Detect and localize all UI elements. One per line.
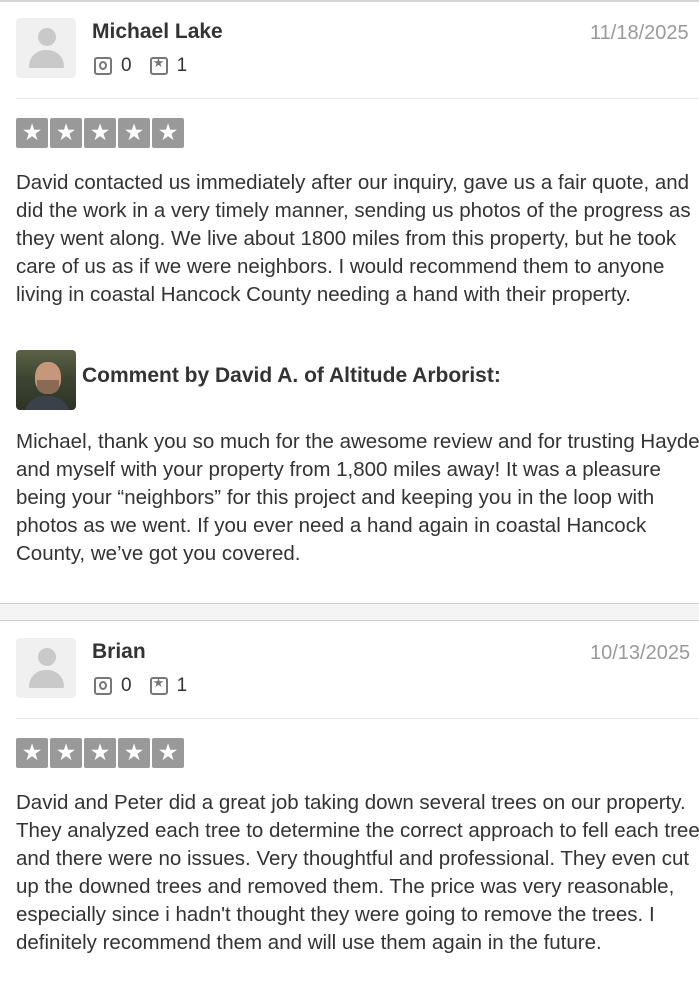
star-icon: ★: [16, 738, 48, 768]
star-rating: ★ ★ ★ ★ ★: [16, 118, 184, 148]
review-card: Brian 10/13/2025 0 1 ★ ★ ★ ★ ★ David and…: [0, 621, 699, 1000]
avatar-placeholder-icon: [38, 28, 56, 46]
review-card: Michael Lake 11/18/2025 0 1 ★ ★ ★ ★ ★ Da…: [0, 0, 699, 603]
review-count-icon: [149, 56, 168, 75]
review-date: 10/13/2025: [590, 642, 691, 664]
avatar[interactable]: [16, 638, 76, 698]
review-date: 11/18/2025: [590, 22, 689, 44]
reviewer-name[interactable]: Michael Lake: [92, 20, 223, 44]
star-icon: ★: [152, 738, 184, 768]
star-icon: ★: [152, 118, 184, 148]
star-icon: ★: [84, 118, 116, 148]
avatar[interactable]: [16, 18, 76, 78]
reviewer-name[interactable]: Brian: [92, 640, 146, 664]
star-icon: ★: [50, 118, 82, 148]
friends-icon: [94, 57, 112, 75]
review-count: 1: [176, 675, 188, 696]
review-count: 1: [176, 55, 188, 76]
review-text: David contacted us immediately after our…: [16, 171, 691, 306]
friends-count: 0: [121, 675, 132, 696]
reviewer-stats: 0 1: [94, 55, 205, 77]
reviewer-stats: 0 1: [94, 675, 205, 697]
star-icon: ★: [118, 738, 150, 768]
owner-comment-text: Michael, thank you so much for the aweso…: [16, 430, 699, 565]
divider: [16, 718, 699, 719]
avatar-placeholder-icon: [38, 648, 56, 666]
star-icon: ★: [50, 738, 82, 768]
star-icon: ★: [16, 118, 48, 148]
review-count-icon: [149, 676, 168, 695]
friends-count: 0: [121, 55, 132, 76]
card-border: [0, 0, 699, 2]
owner-comment-title: Comment by David A. of Altitude Arborist…: [82, 364, 501, 387]
business-owner-photo[interactable]: [16, 350, 76, 410]
review-text: David and Peter did a great job taking d…: [16, 791, 699, 954]
divider: [16, 98, 699, 99]
star-icon: ★: [84, 738, 116, 768]
star-rating: ★ ★ ★ ★ ★: [16, 738, 184, 768]
star-icon: ★: [118, 118, 150, 148]
review-separator: [0, 603, 699, 621]
friends-icon: [94, 677, 112, 695]
